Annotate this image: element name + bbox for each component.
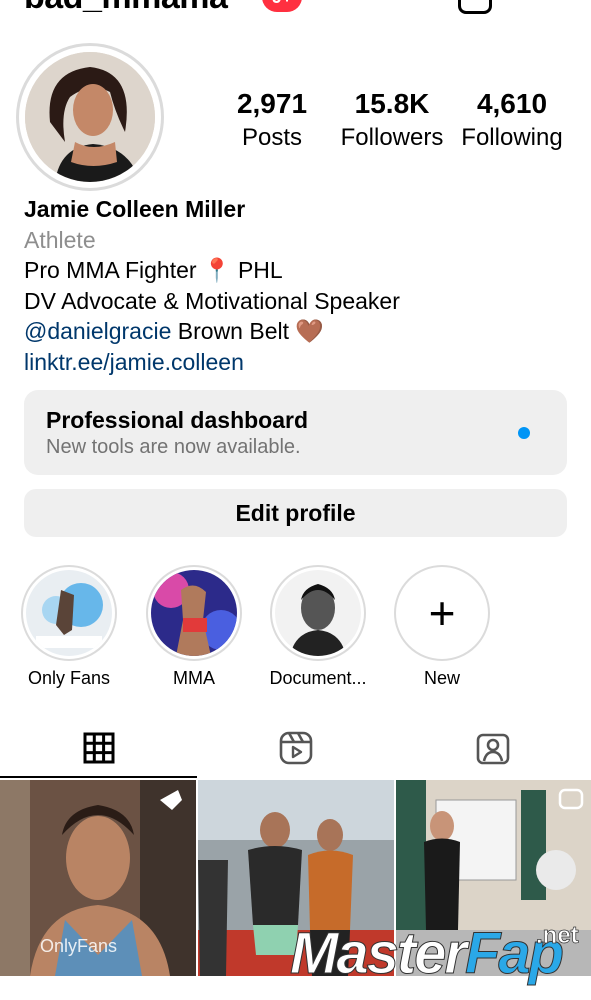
profile-stats: 2,971 Posts 15.8K Followers 4,610 Follow… [212,88,572,152]
profile-bio: Jamie Colleen Miller Athlete Pro MMA Fig… [24,194,584,377]
username[interactable]: bad_mmama [24,0,228,17]
watermark-main: Master [290,921,468,987]
bio-line-3-rest: Brown Belt 🤎 [171,318,325,344]
highlight-ring [146,565,242,661]
profile-tabs [0,718,591,778]
professional-dashboard-card[interactable]: Professional dashboard New tools are now… [24,390,567,475]
highlight-label: Document... [269,668,367,688]
plus-icon: + [428,587,456,639]
watermark: MasterFap [290,920,565,987]
highlight-label: MMA [173,668,215,688]
create-post-icon[interactable] [458,0,492,14]
bio-line-1: Pro MMA Fighter 📍 PHL [24,257,283,283]
category-label: Athlete [24,226,96,253]
highlight-new[interactable]: + New [393,565,491,689]
grid-icon [83,732,114,764]
post-thumbnail[interactable]: OnlyFans [0,780,196,976]
highlight-ring [270,565,366,661]
profile-header: bad_mmama 9+ [0,0,591,18]
highlight-cover-image [275,570,361,656]
followers-stat[interactable]: 15.8K Followers [332,88,452,152]
tab-reels[interactable] [197,718,394,778]
display-name: Jamie Colleen Miller [24,196,246,222]
followers-label: Followers [340,124,444,151]
active-tab-indicator [0,776,197,778]
profile-avatar[interactable] [16,43,164,191]
menu-icon[interactable] [532,0,564,8]
tagged-icon [476,733,509,765]
notification-badge[interactable]: 9+ [262,0,302,12]
highlight-label: New [423,668,460,688]
dashboard-subtitle: New tools are now available. [46,436,301,458]
new-highlight-ring: + [394,565,490,661]
highlight-ring [21,565,117,661]
edit-profile-button[interactable]: Edit profile [24,489,567,537]
mention-link[interactable]: @danielgracie [24,318,171,344]
reels-icon [279,731,312,765]
highlight-mma[interactable]: MMA [145,565,243,689]
highlight-label: Only Fans [27,668,111,688]
new-indicator-dot [518,427,530,439]
tab-grid[interactable] [0,718,197,778]
posts-count: 2,971 [236,88,308,119]
following-count: 4,610 [476,88,548,119]
bio-line-2: DV Advocate & Motivational Speaker [24,287,400,314]
highlight-cover-image [151,570,237,656]
avatar-image [25,52,155,182]
followers-count: 15.8K [354,88,430,119]
dashboard-title: Professional dashboard [46,407,309,433]
highlight-only-fans[interactable]: Only Fans [20,565,118,689]
bio-line-3: @danielgracie Brown Belt 🤎 [24,316,584,347]
highlight-cover-image [26,570,112,656]
watermark-suffix: .net [536,922,579,950]
svg-text:OnlyFans: OnlyFans [40,936,117,956]
highlight-documentary[interactable]: Document... [269,565,367,689]
following-label: Following [461,124,563,151]
posts-label: Posts [241,124,303,151]
following-stat[interactable]: 4,610 Following [452,88,572,152]
tab-tagged[interactable] [394,718,591,778]
posts-stat[interactable]: 2,971 Posts [212,88,332,152]
bio-link[interactable]: linktr.ee/jamie.colleen [24,347,584,378]
